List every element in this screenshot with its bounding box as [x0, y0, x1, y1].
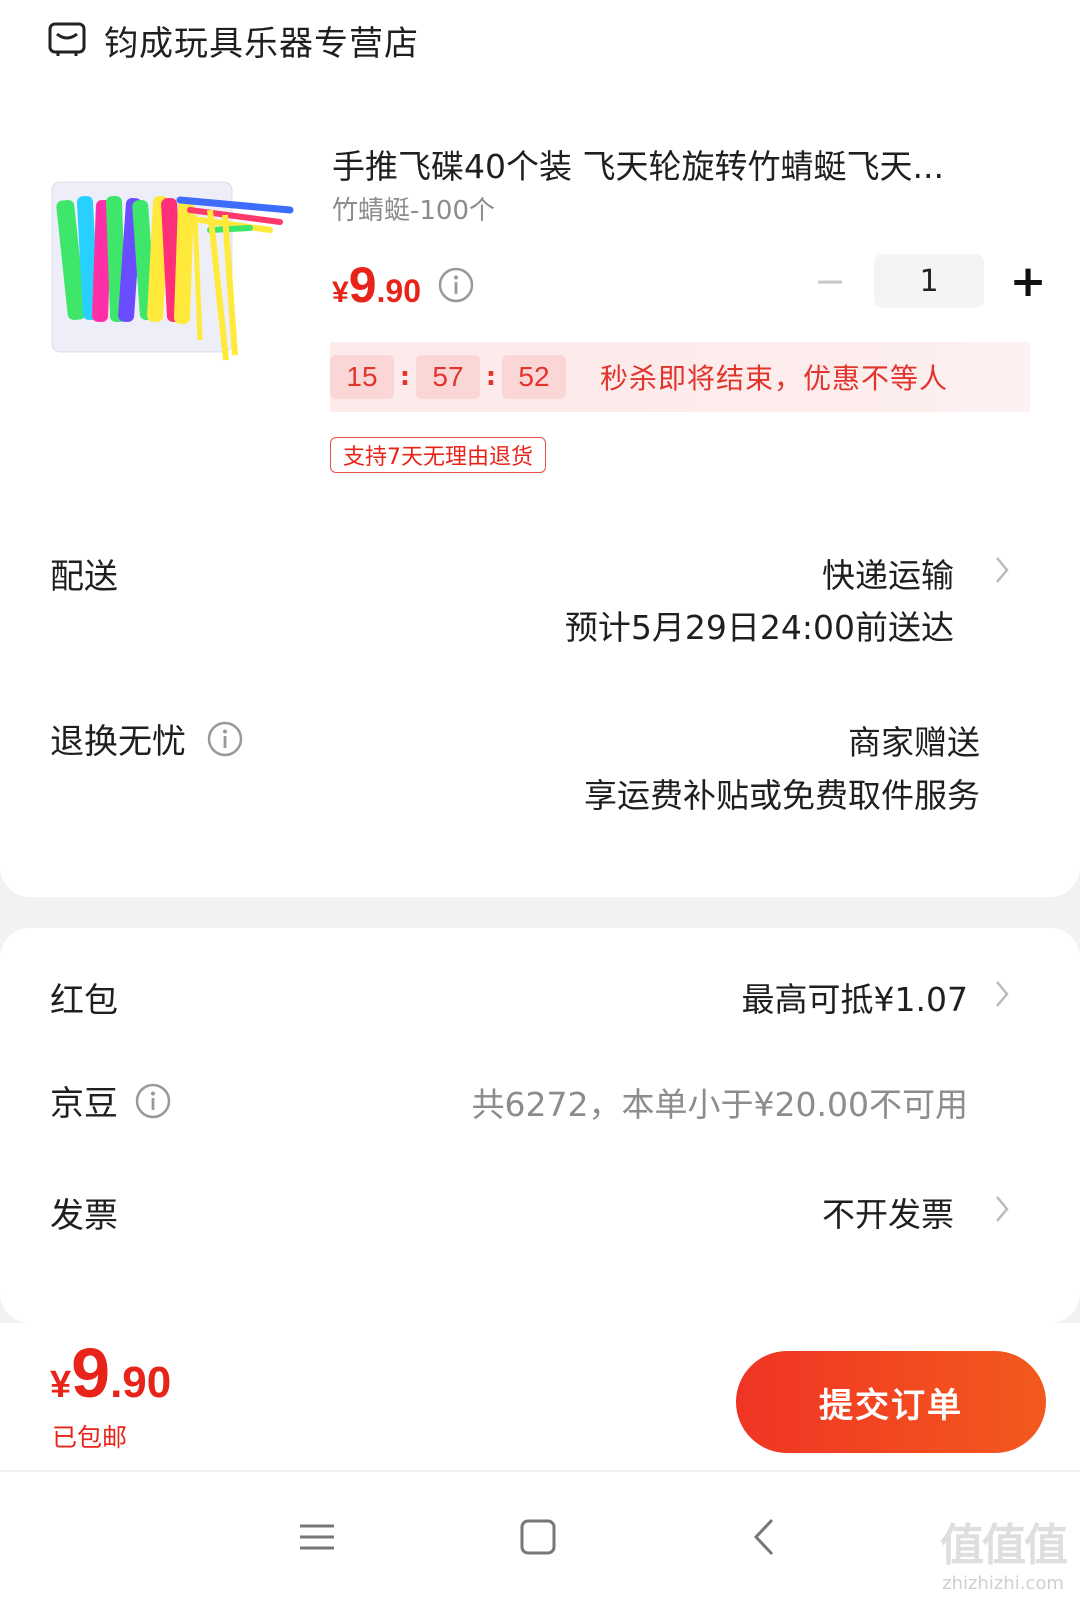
store-name: 钧成玩具乐器专营店: [104, 23, 419, 64]
watermark-logo: 值值值: [940, 1520, 1068, 1571]
jd-beans-info-icon[interactable]: [134, 1082, 172, 1120]
quantity-plus-button[interactable]: +: [1008, 256, 1048, 307]
returns-value: 商家赠送: [848, 723, 980, 762]
price-currency: ¥: [332, 276, 349, 309]
red-packet-label: 红包: [50, 981, 118, 1021]
returns-label: 退换无忧: [50, 722, 186, 762]
returns-row: 退换无忧: [50, 714, 244, 763]
total-price: ¥ 9 .90: [50, 1333, 171, 1413]
delivery-chevron-right-icon[interactable]: [992, 553, 1012, 587]
product-title[interactable]: 手推飞碟40个装 飞天轮旋转竹蜻蜓飞天...: [332, 140, 1012, 188]
returns-info-icon[interactable]: [206, 720, 244, 758]
home-icon[interactable]: [513, 1512, 563, 1562]
store-icon: [48, 22, 86, 56]
free-shipping-label: 已包邮: [52, 1423, 128, 1452]
countdown-hours: 15: [330, 355, 394, 399]
total-decimal: .90: [110, 1358, 172, 1407]
delivery-label: 配送: [50, 557, 118, 597]
delivery-eta: 预计5月29日24:00前送达: [564, 608, 954, 647]
watermark: 值值值 zhizhizhi.com: [940, 1509, 1068, 1594]
watermark-url: zhizhizhi.com: [942, 1573, 1064, 1594]
return-policy-badge: 支持7天无理由退货: [330, 437, 546, 473]
total-integer: 9: [71, 1334, 111, 1412]
discount-card: 红包 最高可抵¥1.07 京豆 共6272，本单小于¥20.00不可用 发票 不…: [0, 928, 1080, 1323]
price-info-icon[interactable]: [437, 266, 475, 304]
invoice-label: 发票: [50, 1196, 118, 1236]
delivery-method[interactable]: 快递运输: [822, 549, 954, 597]
product-spec[interactable]: 竹蜻蜓-100个: [332, 190, 495, 227]
submit-order-button[interactable]: 提交订单: [736, 1351, 1046, 1453]
red-packet-chevron-right-icon[interactable]: [992, 977, 1012, 1011]
order-card: 钧成玩具乐器专营店 手推飞碟40个装 飞天轮旋转竹蜻蜓飞天... 竹蜻蜓-100…: [0, 0, 1080, 897]
jd-beans-value: 共6272，本单小于¥20.00不可用: [471, 1085, 968, 1124]
countdown-seconds: 52: [502, 355, 566, 399]
jd-beans-row: 京豆: [50, 1076, 172, 1125]
store-header[interactable]: 钧成玩具乐器专营店: [48, 18, 419, 64]
quantity-stepper: − 1 +: [810, 254, 1048, 308]
flash-sale-countdown: 15 : 57 : 52 秒杀即将结束，优惠不等人: [330, 342, 1030, 412]
product-price: ¥ 9 .90: [332, 256, 475, 314]
system-nav-bar: 值值值 zhizhizhi.com: [0, 1472, 1080, 1602]
quantity-minus-button[interactable]: −: [810, 259, 850, 303]
total-currency: ¥: [50, 1364, 72, 1406]
invoice-value[interactable]: 不开发票: [822, 1188, 954, 1236]
back-icon[interactable]: [740, 1512, 790, 1562]
product-image[interactable]: [50, 170, 302, 378]
menu-icon[interactable]: [292, 1512, 342, 1562]
countdown-minutes: 57: [416, 355, 480, 399]
red-packet-value[interactable]: 最高可抵¥1.07: [742, 973, 968, 1021]
invoice-chevron-right-icon[interactable]: [992, 1192, 1012, 1226]
checkout-bar: ¥ 9 .90 已包邮 提交订单: [0, 1323, 1080, 1471]
countdown-separator: :: [485, 362, 497, 392]
countdown-message: 秒杀即将结束，优惠不等人: [600, 362, 949, 395]
price-integer: 9: [348, 257, 377, 313]
returns-description: 享运费补贴或免费取件服务: [584, 776, 980, 815]
countdown-separator: :: [399, 362, 411, 392]
jd-beans-label: 京豆: [50, 1084, 118, 1124]
price-decimal: .90: [376, 273, 421, 309]
quantity-input[interactable]: 1: [874, 254, 984, 308]
